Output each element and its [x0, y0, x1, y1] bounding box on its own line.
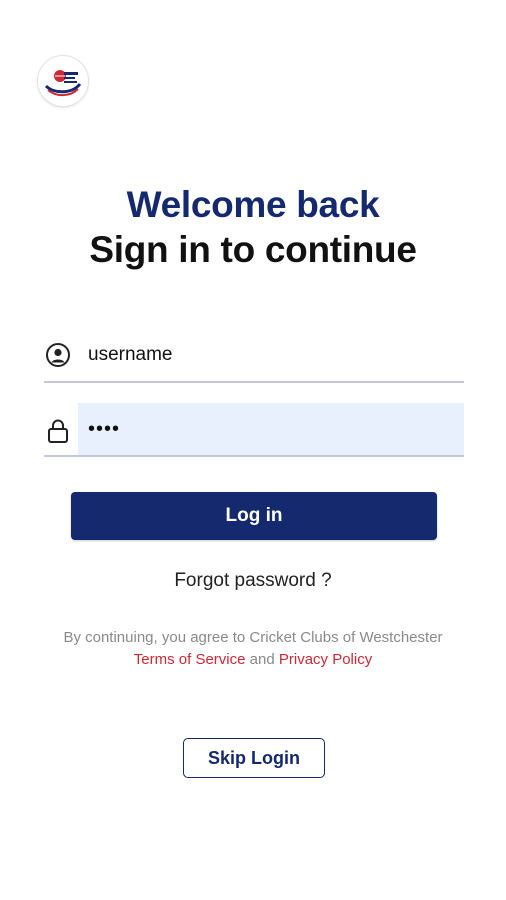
- terms-notice: By continuing, you agree to Cricket Club…: [63, 629, 443, 646]
- password-field: ••••: [44, 403, 464, 457]
- forgot-password-link[interactable]: Forgot password ?: [0, 570, 506, 592]
- privacy-policy-link[interactable]: Privacy Policy: [279, 651, 372, 668]
- user-circle-icon: [44, 341, 72, 369]
- terms-joiner: and: [249, 651, 275, 668]
- username-field: username: [44, 329, 464, 383]
- password-input[interactable]: ••••: [78, 403, 464, 455]
- username-input[interactable]: username: [78, 329, 464, 381]
- sign-in-subtitle: Sign in to continue: [89, 229, 417, 270]
- terms-of-service-link[interactable]: Terms of Service: [134, 651, 246, 668]
- club-logo: [38, 56, 88, 106]
- login-button[interactable]: Log in: [71, 492, 437, 540]
- lock-icon: [44, 417, 72, 445]
- club-logo-icon: [39, 57, 87, 105]
- skip-login-button[interactable]: Skip Login: [183, 738, 325, 778]
- welcome-heading: Welcome back: [126, 184, 380, 225]
- login-screen: Welcome back Sign in to continue usernam…: [0, 0, 506, 900]
- terms-links: Terms of Service and Privacy Policy: [0, 651, 506, 668]
